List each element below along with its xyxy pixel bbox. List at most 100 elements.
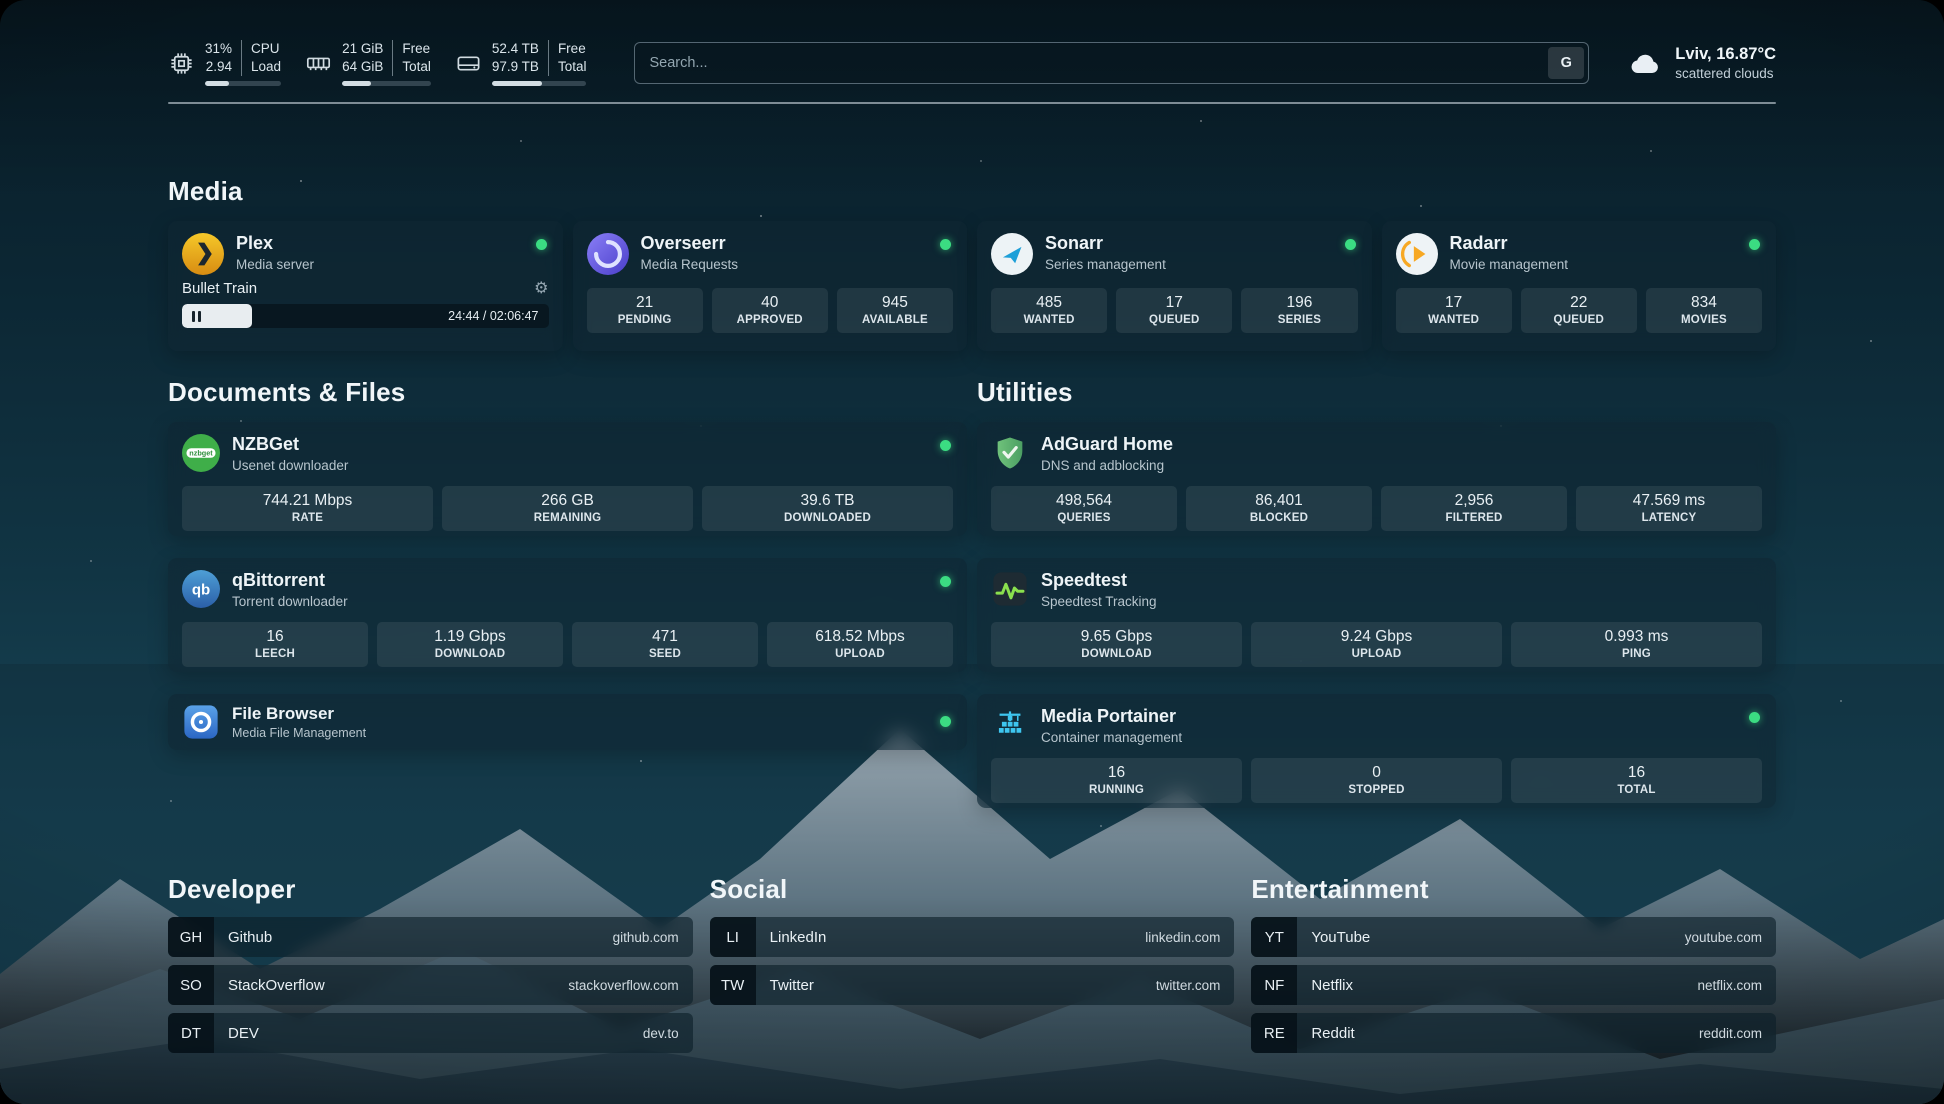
disk-icon (455, 50, 482, 77)
bookmark-abbr: DT (168, 1013, 214, 1053)
app-name: NZBGet (232, 434, 348, 456)
bookmark-stackoverflow[interactable]: SO StackOverflow stackoverflow.com (168, 965, 693, 1005)
stat-tile: 196 SERIES (1241, 288, 1357, 333)
app-subtitle: Speedtest Tracking (1041, 594, 1157, 609)
playback-progress-bar[interactable]: 24:44 / 02:06:47 (182, 304, 549, 328)
bookmark-name: DEV (228, 1025, 259, 1042)
status-indicator (940, 440, 951, 451)
status-indicator (940, 716, 951, 727)
radarr-card[interactable]: Radarr Movie management 17 WANTED 22 QUE… (1382, 221, 1777, 351)
stat-tile: 9.24 Gbps UPLOAD (1251, 622, 1502, 667)
bookmark-github[interactable]: GH Github github.com (168, 917, 693, 957)
status-indicator (940, 576, 951, 587)
stat-tile: 16 RUNNING (991, 758, 1242, 803)
speedtest-card[interactable]: Speedtest Speedtest Tracking 9.65 Gbps D… (977, 558, 1776, 672)
app-name: Radarr (1450, 233, 1569, 255)
app-subtitle: DNS and adblocking (1041, 458, 1173, 473)
disk-usage-bar (492, 81, 587, 86)
app-subtitle: Usenet downloader (232, 458, 348, 473)
filebrowser-icon (182, 703, 220, 741)
qbittorrent-card[interactable]: qb qBittorrent Torrent downloader 16 LEE… (168, 558, 967, 672)
status-indicator (940, 239, 951, 250)
search-engine-button[interactable]: G (1548, 47, 1584, 79)
bookmark-url: dev.to (643, 1026, 679, 1041)
app-name: Overseerr (641, 233, 739, 255)
disk-free-value: 52.4 TB (492, 40, 548, 58)
section-utilities: Utilities AdGuard Home DNS and adblockin… (977, 377, 1776, 808)
stat-tile: 0 STOPPED (1251, 758, 1502, 803)
disk-total-value: 97.9 TB (492, 58, 548, 76)
app-subtitle: Container management (1041, 730, 1182, 745)
filebrowser-card[interactable]: File Browser Media File Management (168, 694, 967, 750)
bookmark-name: Netflix (1311, 977, 1353, 994)
gear-icon[interactable]: ⚙ (534, 281, 548, 297)
bookmark-abbr: RE (1251, 1013, 1297, 1053)
adguard-icon (991, 434, 1029, 472)
app-subtitle: Media Requests (641, 257, 739, 272)
bookmark-youtube[interactable]: YT YouTube youtube.com (1251, 917, 1776, 957)
stat-tile: 945 AVAILABLE (837, 288, 953, 333)
app-name: Plex (236, 233, 314, 255)
section-media: Media Plex Media server (168, 176, 1776, 351)
section-title-documents: Documents & Files (168, 377, 967, 408)
app-name: qBittorrent (232, 570, 348, 592)
topbar: 31% CPU 2.94 Load 21 (168, 38, 1776, 88)
ram-total-label: Total (392, 58, 431, 76)
bookmark-url: reddit.com (1699, 1026, 1762, 1041)
bookmark-abbr: LI (710, 917, 756, 957)
status-indicator (1749, 712, 1760, 723)
cpu-usage-label: CPU (241, 40, 281, 58)
bookmark-abbr: SO (168, 965, 214, 1005)
overseerr-card[interactable]: Overseerr Media Requests 21 PENDING 40 A… (573, 221, 968, 351)
app-name: Media Portainer (1041, 706, 1182, 728)
section-title-utilities: Utilities (977, 377, 1776, 408)
section-documents: Documents & Files nzbget NZBGet Usenet d… (168, 377, 967, 808)
ram-usage-bar (342, 81, 431, 86)
portainer-card[interactable]: Media Portainer Container management 16 … (977, 694, 1776, 808)
playback-time: 24:44 / 02:06:47 (448, 309, 538, 323)
sonarr-icon (991, 233, 1033, 275)
snow-particles (0, 0, 2, 2)
bookmark-name: Reddit (1311, 1025, 1354, 1042)
stat-tile: 16 TOTAL (1511, 758, 1762, 803)
nzbget-icon: nzbget (182, 434, 220, 472)
svg-text:qb: qb (192, 581, 210, 598)
ram-total-value: 64 GiB (342, 58, 392, 76)
search-input[interactable] (635, 55, 1548, 71)
bookmark-name: YouTube (1311, 929, 1370, 946)
app-subtitle: Media File Management (232, 726, 366, 740)
bookmark-linkedin[interactable]: LI LinkedIn linkedin.com (710, 917, 1235, 957)
stat-tile: 22 QUEUED (1521, 288, 1637, 333)
bookmark-netflix[interactable]: NF Netflix netflix.com (1251, 965, 1776, 1005)
weather-condition: scattered clouds (1675, 66, 1776, 81)
section-title-media: Media (168, 176, 1776, 207)
status-indicator (1749, 239, 1760, 250)
nzbget-card[interactable]: nzbget NZBGet Usenet downloader 744.21 M… (168, 422, 967, 536)
bookmark-reddit[interactable]: RE Reddit reddit.com (1251, 1013, 1776, 1053)
ram-free-label: Free (392, 40, 431, 58)
app-name: Speedtest (1041, 570, 1157, 592)
weather-widget[interactable]: Lviv, 16.87°C scattered clouds (1623, 45, 1776, 81)
pause-icon[interactable] (192, 311, 201, 322)
portainer-icon (991, 706, 1029, 744)
cpu-widget: 31% CPU 2.94 Load (168, 40, 281, 86)
bookmark-url: stackoverflow.com (568, 978, 678, 993)
plex-card[interactable]: Plex Media server Bullet Train ⚙ 24:44 /… (168, 221, 563, 351)
cpu-icon (168, 50, 195, 77)
app-name: Sonarr (1045, 233, 1166, 255)
cpu-load-label: Load (241, 58, 281, 76)
bookmark-twitter[interactable]: TW Twitter twitter.com (710, 965, 1235, 1005)
bookmark-abbr: YT (1251, 917, 1297, 957)
bookmark-name: StackOverflow (228, 977, 325, 994)
cloud-icon (1623, 47, 1663, 79)
bookmark-name: Github (228, 929, 272, 946)
stat-tile: 0.993 ms PING (1511, 622, 1762, 667)
status-indicator (536, 239, 547, 250)
bookmark-url: twitter.com (1156, 978, 1221, 993)
cpu-load-value: 2.94 (205, 58, 241, 76)
app-name: AdGuard Home (1041, 434, 1173, 456)
bookmark-dev[interactable]: DT DEV dev.to (168, 1013, 693, 1053)
sonarr-card[interactable]: Sonarr Series management 485 WANTED 17 Q… (977, 221, 1372, 351)
disk-total-label: Total (548, 58, 587, 76)
adguard-card[interactable]: AdGuard Home DNS and adblocking 498,564 … (977, 422, 1776, 536)
